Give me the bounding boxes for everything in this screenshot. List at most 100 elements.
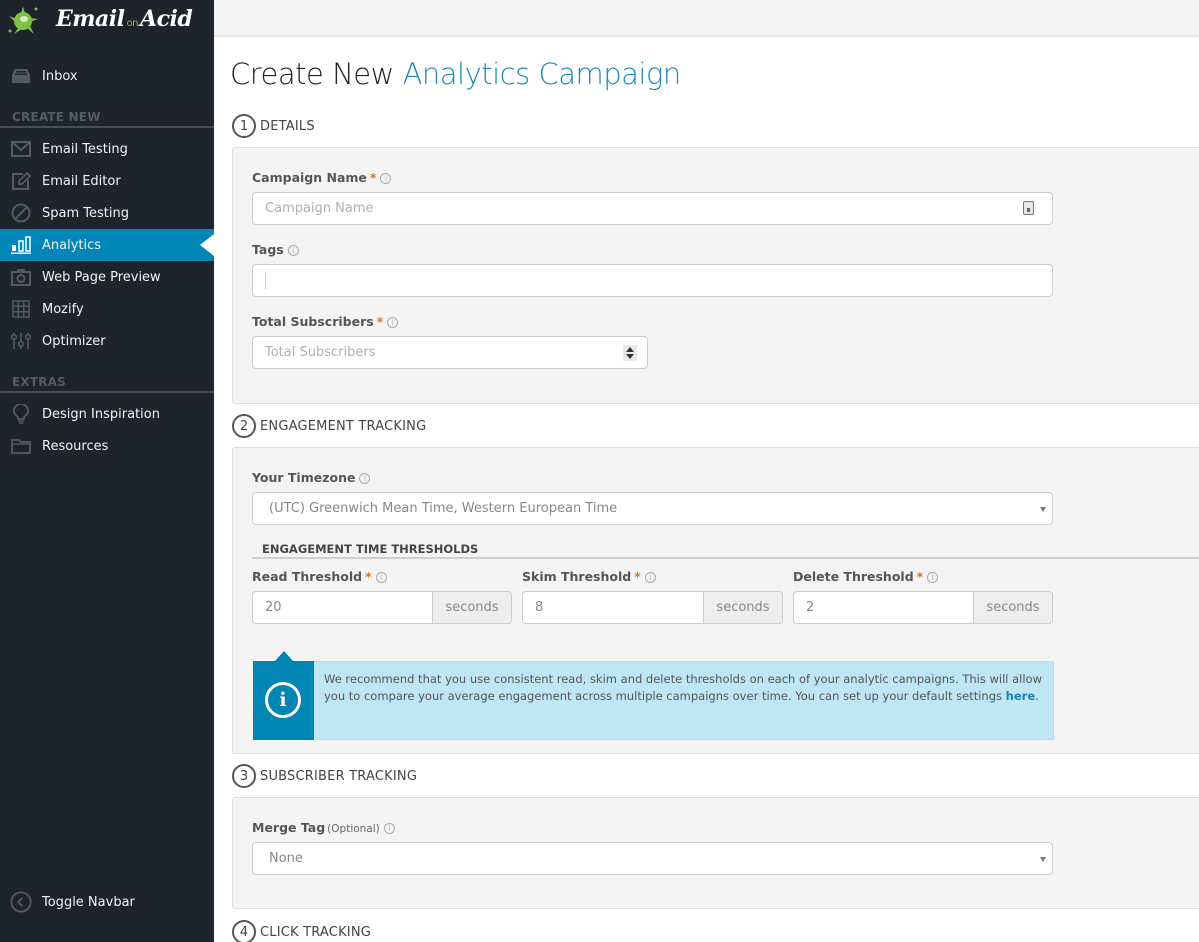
campaign-name-placeholder: Campaign Name — [265, 201, 374, 216]
sidebar-item-design-inspiration[interactable]: Design Inspiration — [0, 398, 214, 430]
stepper-down-icon[interactable] — [626, 354, 634, 359]
label-text: Merge Tag — [252, 820, 326, 835]
campaign-name-label: Campaign Name * i — [252, 170, 392, 185]
sidebar-item-resources[interactable]: Resources — [0, 430, 214, 462]
sidebar-item-label: Design Inspiration — [42, 406, 160, 422]
contact-card-icon[interactable] — [1023, 201, 1034, 215]
envelope-icon — [10, 138, 32, 160]
total-subscribers-label: Total Subscribers * i — [252, 314, 399, 329]
create-new-heading: CREATE NEW — [12, 110, 101, 124]
grid-icon — [10, 298, 32, 320]
stepper-up-icon[interactable] — [626, 347, 634, 352]
engagement-panel: Your Timezone i (UTC) Greenwich Mean Time… — [232, 447, 1199, 754]
sidebar-item-email-testing[interactable]: Email Testing — [0, 133, 214, 165]
edit-icon — [10, 170, 32, 192]
sliders-icon — [10, 330, 32, 352]
sidebar-item-analytics[interactable]: Analytics — [0, 229, 214, 261]
info-icon[interactable]: i — [927, 572, 939, 583]
folder-icon — [10, 435, 32, 457]
info-icon[interactable]: i — [359, 473, 371, 484]
sidebar-item-mozify[interactable]: Mozify — [0, 293, 214, 325]
label-text: Delete Threshold — [793, 569, 914, 584]
tags-label: Tags i — [252, 242, 299, 257]
section-engagement-heading: 2 ENGAGEMENT TRACKING — [232, 414, 426, 438]
toggle-navbar-label: Toggle Navbar — [42, 894, 135, 910]
merge-tag-selected-value: None — [269, 851, 303, 866]
tags-input[interactable] — [252, 264, 1053, 297]
delete-threshold-unit: seconds — [973, 591, 1053, 624]
lightbulb-icon — [10, 403, 32, 425]
label-text: Your Timezone — [252, 470, 356, 485]
default-settings-link[interactable]: here — [1006, 689, 1035, 703]
timezone-label: Your Timezone i — [252, 470, 371, 485]
info-icon[interactable]: i — [644, 572, 656, 583]
number-stepper[interactable] — [623, 345, 637, 361]
required-asterisk: * — [634, 569, 641, 584]
threshold-recommendation-notice: i We recommend that you use consistent r… — [253, 651, 1054, 740]
read-threshold-input-group: 20 seconds — [252, 591, 512, 624]
info-icon[interactable]: i — [375, 572, 387, 583]
merge-tag-select[interactable]: None — [252, 842, 1053, 875]
required-asterisk: * — [369, 170, 377, 185]
info-icon[interactable]: i — [383, 823, 395, 834]
brand-name-part1: Email — [56, 6, 125, 32]
total-subscribers-input[interactable]: Total Subscribers — [252, 336, 648, 369]
info-icon[interactable]: i — [287, 245, 299, 256]
required-asterisk: * — [376, 314, 384, 329]
camera-icon — [10, 266, 32, 288]
section-title: ENGAGEMENT TRACKING — [260, 418, 427, 434]
nav-divider — [0, 391, 214, 393]
chevron-left-circle-icon — [10, 891, 32, 913]
total-subscribers-placeholder: Total Subscribers — [265, 345, 376, 360]
sidebar-item-optimizer[interactable]: Optimizer — [0, 325, 214, 357]
bar-chart-icon — [10, 234, 32, 256]
sidebar-item-inbox[interactable]: Inbox — [0, 60, 214, 92]
top-bar — [214, 0, 1199, 37]
sidebar-item-label: Resources — [42, 438, 109, 454]
read-threshold-input[interactable]: 20 — [252, 591, 432, 624]
page-title-accent: Analytics Campaign — [402, 57, 682, 91]
skim-threshold-unit: seconds — [703, 591, 783, 624]
notice-icon-panel: i — [253, 651, 314, 740]
dropdown-arrow-icon — [1040, 857, 1046, 862]
delete-threshold-input-group: 2 seconds — [793, 591, 1053, 624]
info-icon[interactable]: i — [380, 173, 392, 184]
label-text: Campaign Name — [252, 170, 367, 185]
section-title: SUBSCRIBER TRACKING — [260, 768, 418, 784]
subscriber-panel: Merge Tag (Optional) i None — [232, 797, 1199, 909]
info-circle-icon: i — [265, 682, 301, 718]
step-number-badge: 1 — [232, 114, 256, 138]
details-panel: Campaign Name * i Campaign Name Tags i Tota… — [232, 147, 1199, 404]
sidebar-item-email-editor[interactable]: Email Editor — [0, 165, 214, 197]
timezone-select[interactable]: (UTC) Greenwich Mean Time, Western Europ… — [252, 492, 1053, 525]
step-number-badge: 2 — [232, 414, 256, 438]
section-title: DETAILS — [260, 118, 315, 134]
toggle-navbar-button[interactable]: Toggle Navbar — [0, 886, 214, 918]
info-icon[interactable]: i — [387, 317, 399, 328]
delete-threshold-input[interactable]: 2 — [793, 591, 973, 624]
brand-logo[interactable]: Email onAcid — [0, 0, 214, 48]
read-threshold-unit: seconds — [432, 591, 512, 624]
page-title: Create New Analytics Campaign — [230, 57, 681, 91]
skim-threshold-input-group: 8 seconds — [522, 591, 783, 624]
dropdown-arrow-icon — [1040, 507, 1046, 512]
skim-threshold-input[interactable]: 8 — [522, 591, 703, 624]
text-cursor — [265, 272, 266, 289]
optional-hint: (Optional) — [327, 823, 380, 835]
brand-name: Email onAcid — [56, 6, 193, 32]
campaign-name-input[interactable]: Campaign Name — [252, 192, 1053, 225]
step-number-badge: 3 — [232, 764, 256, 788]
sidebar-item-web-page-preview[interactable]: Web Page Preview — [0, 261, 214, 293]
thresholds-heading: ENGAGEMENT TIME THRESHOLDS — [262, 542, 479, 556]
sidebar-item-label: Email Testing — [42, 141, 128, 157]
sidebar-item-spam-testing[interactable]: Spam Testing — [0, 197, 214, 229]
brand-name-part3: Acid — [140, 6, 193, 32]
sidebar-item-label: Web Page Preview — [42, 269, 161, 285]
sidebar-item-label: Spam Testing — [42, 205, 129, 221]
merge-tag-label: Merge Tag (Optional) i — [252, 820, 395, 835]
skim-threshold-label: Skim Threshold * i — [522, 569, 656, 584]
sidebar-item-label: Inbox — [42, 68, 78, 84]
step-number-badge: 4 — [232, 920, 256, 942]
sidebar-item-label: Optimizer — [42, 333, 106, 349]
sidebar-item-label: Email Editor — [42, 173, 121, 189]
